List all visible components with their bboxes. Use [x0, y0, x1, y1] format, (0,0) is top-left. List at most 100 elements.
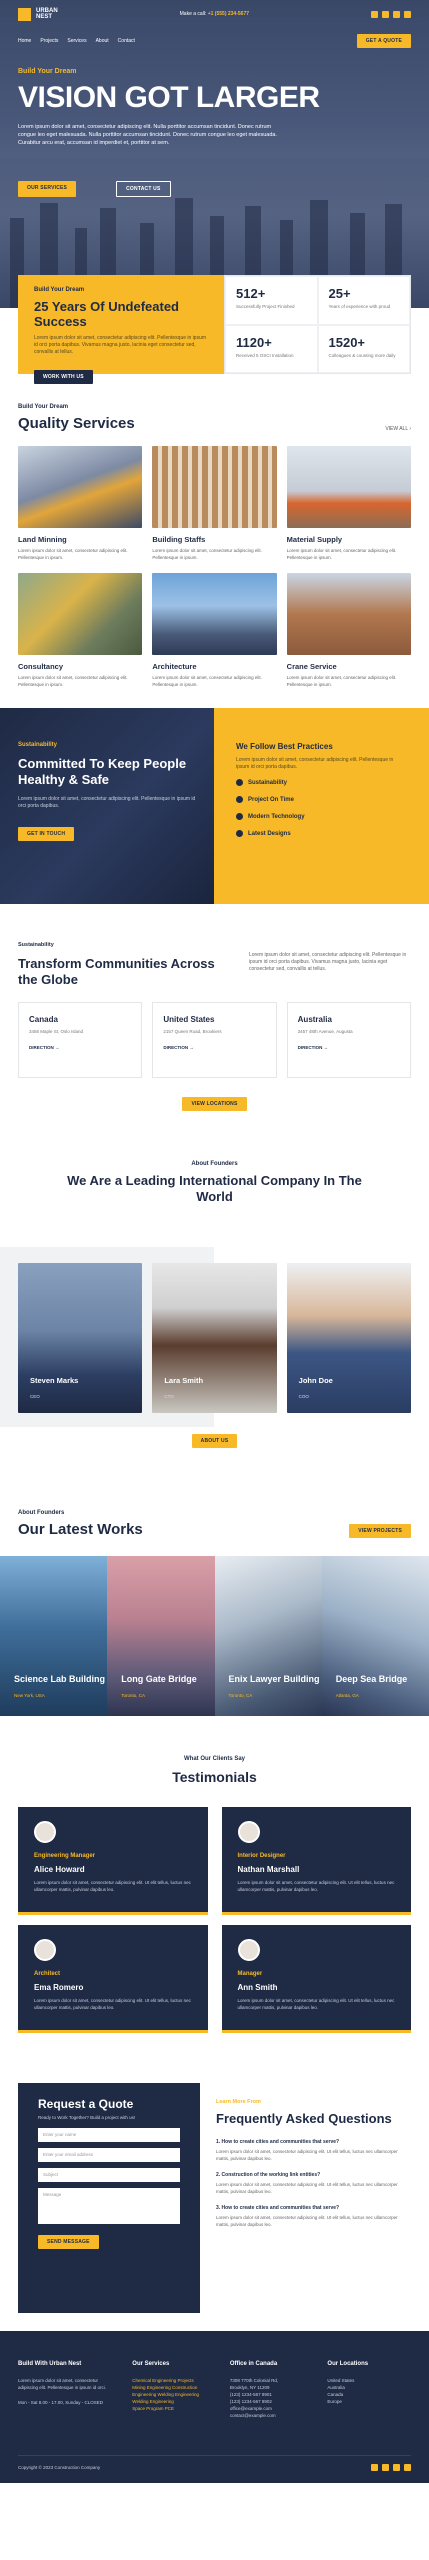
footer-email-link[interactable]: contact@example.com [230, 2412, 314, 2419]
footer-services-title: Our Services [132, 2361, 170, 2367]
team-member-card[interactable]: John Doe COO [286, 1263, 411, 1413]
founders-eyebrow: About Founders [191, 1161, 238, 1167]
founders-section: About Founders We Are a Leading Internat… [0, 1141, 429, 1480]
service-image [286, 446, 411, 528]
service-image [152, 573, 277, 655]
service-card[interactable]: Crane Service Lorem ipsum dolor sit amet… [286, 573, 411, 688]
nav-item-services[interactable]: Services [67, 38, 86, 44]
social-links [370, 10, 411, 18]
team-member-card[interactable]: Steven Marks CEO [18, 1263, 143, 1413]
footer-email-link[interactable]: office@example.com [230, 2405, 314, 2412]
footer-service-link[interactable]: Mining Engineering Construction [132, 2384, 216, 2391]
pencil-icon [236, 830, 243, 837]
footer-service-link[interactable]: Space Program PCE [132, 2405, 216, 2412]
nav-item-about[interactable]: About [96, 38, 109, 44]
get-quote-button[interactable]: GET A QUOTE [356, 34, 411, 48]
nav-item-projects[interactable]: Projects [40, 38, 58, 44]
hero-section: URBAN NEST Make a call: +1 (555) 234-567… [0, 0, 429, 308]
avatar [237, 1939, 260, 1961]
practice-item: Sustainability [236, 779, 407, 786]
testimonial-card: Engineering Manager Alice Howard Lorem i… [18, 1807, 208, 1915]
avatar [237, 1821, 260, 1843]
footer-locations-title: Our Locations [327, 2361, 369, 2367]
faq: Learn More From Frequently Asked Questio… [216, 2083, 411, 2313]
service-card[interactable]: Land Minning Lorem ipsum dolor sit amet,… [18, 446, 143, 561]
subject-field[interactable]: Subject [38, 2168, 180, 2182]
nav-item-contact[interactable]: Contact [118, 38, 135, 44]
practices-title: We Follow Best Practices [236, 742, 333, 751]
direction-link[interactable]: DIRECTION → [163, 1045, 265, 1050]
quote-title: Request a Quote [38, 2097, 134, 2111]
team-member-card[interactable]: Lara Smith CTO [152, 1263, 277, 1413]
about-us-button[interactable]: ABOUT US [191, 1434, 238, 1448]
faq-answer: Lorem ipsum dolor sit amet, consectetur … [216, 2149, 398, 2161]
works-section: About Founders Our Latest Works VIEW PRO… [0, 1480, 429, 1716]
works-title: Our Latest Works [18, 1521, 143, 1538]
location-card: Australia 3457 48th Avenue, Augusta DIRE… [286, 1002, 411, 1078]
footer-service-link[interactable]: Engineering Welding Engineering [132, 2391, 216, 2398]
footer-brand-text: Lorem ipsum dolor sit amet, consectetur … [18, 2378, 107, 2390]
direction-link[interactable]: DIRECTION → [298, 1045, 400, 1050]
phone-link[interactable]: +1 (555) 234-5677 [208, 11, 249, 17]
work-with-us-button[interactable]: WORK WITH US [34, 370, 93, 384]
twitter-icon[interactable] [382, 2464, 389, 2471]
faq-question[interactable]: 1. How to create cities and communities … [216, 2139, 411, 2145]
service-card[interactable]: Material Supply Lorem ipsum dolor sit am… [286, 446, 411, 561]
hero-text: Lorem ipsum dolor sit amet, consectetur … [18, 124, 277, 146]
linkedin-icon[interactable] [404, 2464, 411, 2471]
footer-location-link[interactable]: Australia [327, 2384, 411, 2391]
nav-item-home[interactable]: Home [18, 38, 31, 44]
stats-title: 25 Years Of Undefeated Success [34, 299, 179, 329]
faq-question[interactable]: 2. Construction of the working link enti… [216, 2172, 411, 2178]
stat-item: 1120+ Received 5 OSCI Installation [225, 324, 318, 373]
instagram-icon[interactable] [392, 10, 400, 18]
testimonial-card: Architect Ema Romero Lorem ipsum dolor s… [18, 1925, 208, 2033]
facebook-icon[interactable] [371, 2464, 378, 2471]
footer-service-link[interactable]: Chemical Engineering Projects [132, 2377, 216, 2384]
locations-text: Lorem ipsum dolor sit amet, consectetur … [248, 952, 407, 972]
direction-link[interactable]: DIRECTION → [29, 1045, 131, 1050]
top-contact: Make a call: +1 (555) 234-5677 [179, 11, 250, 17]
our-services-button[interactable]: OUR SERVICES [18, 181, 77, 197]
view-all-link[interactable]: VIEW ALL › [385, 426, 411, 432]
contact-us-button[interactable]: CONTACT US [116, 181, 171, 197]
testimonials-title: Testimonials [172, 1769, 257, 1785]
faq-question[interactable]: 3. How to create cities and communities … [216, 2205, 411, 2211]
twitter-icon[interactable] [381, 10, 389, 18]
work-card[interactable]: Enix Lawyer Building Toronto, CA [214, 1556, 322, 1716]
quote-form: Request a Quote Ready to Work Together? … [18, 2083, 200, 2313]
message-field[interactable]: Message [38, 2188, 180, 2224]
name-field[interactable]: Enter your name [38, 2128, 180, 2142]
service-card[interactable]: Architecture Lorem ipsum dolor sit amet,… [152, 573, 277, 688]
linkedin-icon[interactable] [403, 10, 411, 18]
location-card: United States 2157 Queen Road, Brookiers… [152, 1002, 277, 1078]
footer-service-link[interactable]: Welding Engineering [132, 2398, 216, 2405]
testimonial-card: Manager Ann Smith Lorem ipsum dolor sit … [221, 1925, 411, 2033]
footer-office-title: Office in Canada [229, 2361, 278, 2367]
email-field[interactable]: Enter your email address [38, 2148, 180, 2162]
footer-brand-title: Build With Urban Nest [18, 2361, 82, 2367]
get-in-touch-button[interactable]: GET IN TOUCH [18, 827, 75, 841]
faq-answer: Lorem ipsum dolor sit amet, consectetur … [216, 2182, 398, 2194]
logo-mark-icon [18, 7, 31, 21]
send-message-button[interactable]: SEND MESSAGE [38, 2235, 99, 2249]
faq-answer: Lorem ipsum dolor sit amet, consectetur … [216, 2215, 398, 2227]
facebook-icon[interactable] [370, 10, 378, 18]
work-card[interactable]: Deep Sea Bridge Atlanta, GA [321, 1556, 429, 1716]
view-projects-button[interactable]: VIEW PROJECTS [349, 1524, 411, 1538]
testimonial-card: Interior Designer Nathan Marshall Lorem … [221, 1807, 411, 1915]
copyright: Copyright © 2023 Construction Company [18, 2465, 101, 2470]
stat-item: 25+ Years of experience with proud [317, 276, 410, 325]
footer-location-link[interactable]: United States [327, 2377, 411, 2384]
work-card[interactable]: Science Lab Building New York, USA [0, 1556, 108, 1716]
footer-location-link[interactable]: Canada [327, 2391, 411, 2398]
service-card[interactable]: Building Staffs Lorem ipsum dolor sit am… [152, 446, 277, 561]
services-title: Quality Services [18, 415, 135, 432]
service-image [286, 573, 411, 655]
logo[interactable]: URBAN NEST [18, 7, 58, 21]
service-card[interactable]: Consultancy Lorem ipsum dolor sit amet, … [18, 573, 143, 688]
instagram-icon[interactable] [393, 2464, 400, 2471]
footer-location-link[interactable]: Europe [327, 2398, 411, 2405]
work-card[interactable]: Long Gate Bridge Toronto, CA [107, 1556, 215, 1716]
view-locations-button[interactable]: VIEW LOCATIONS [182, 1097, 247, 1111]
